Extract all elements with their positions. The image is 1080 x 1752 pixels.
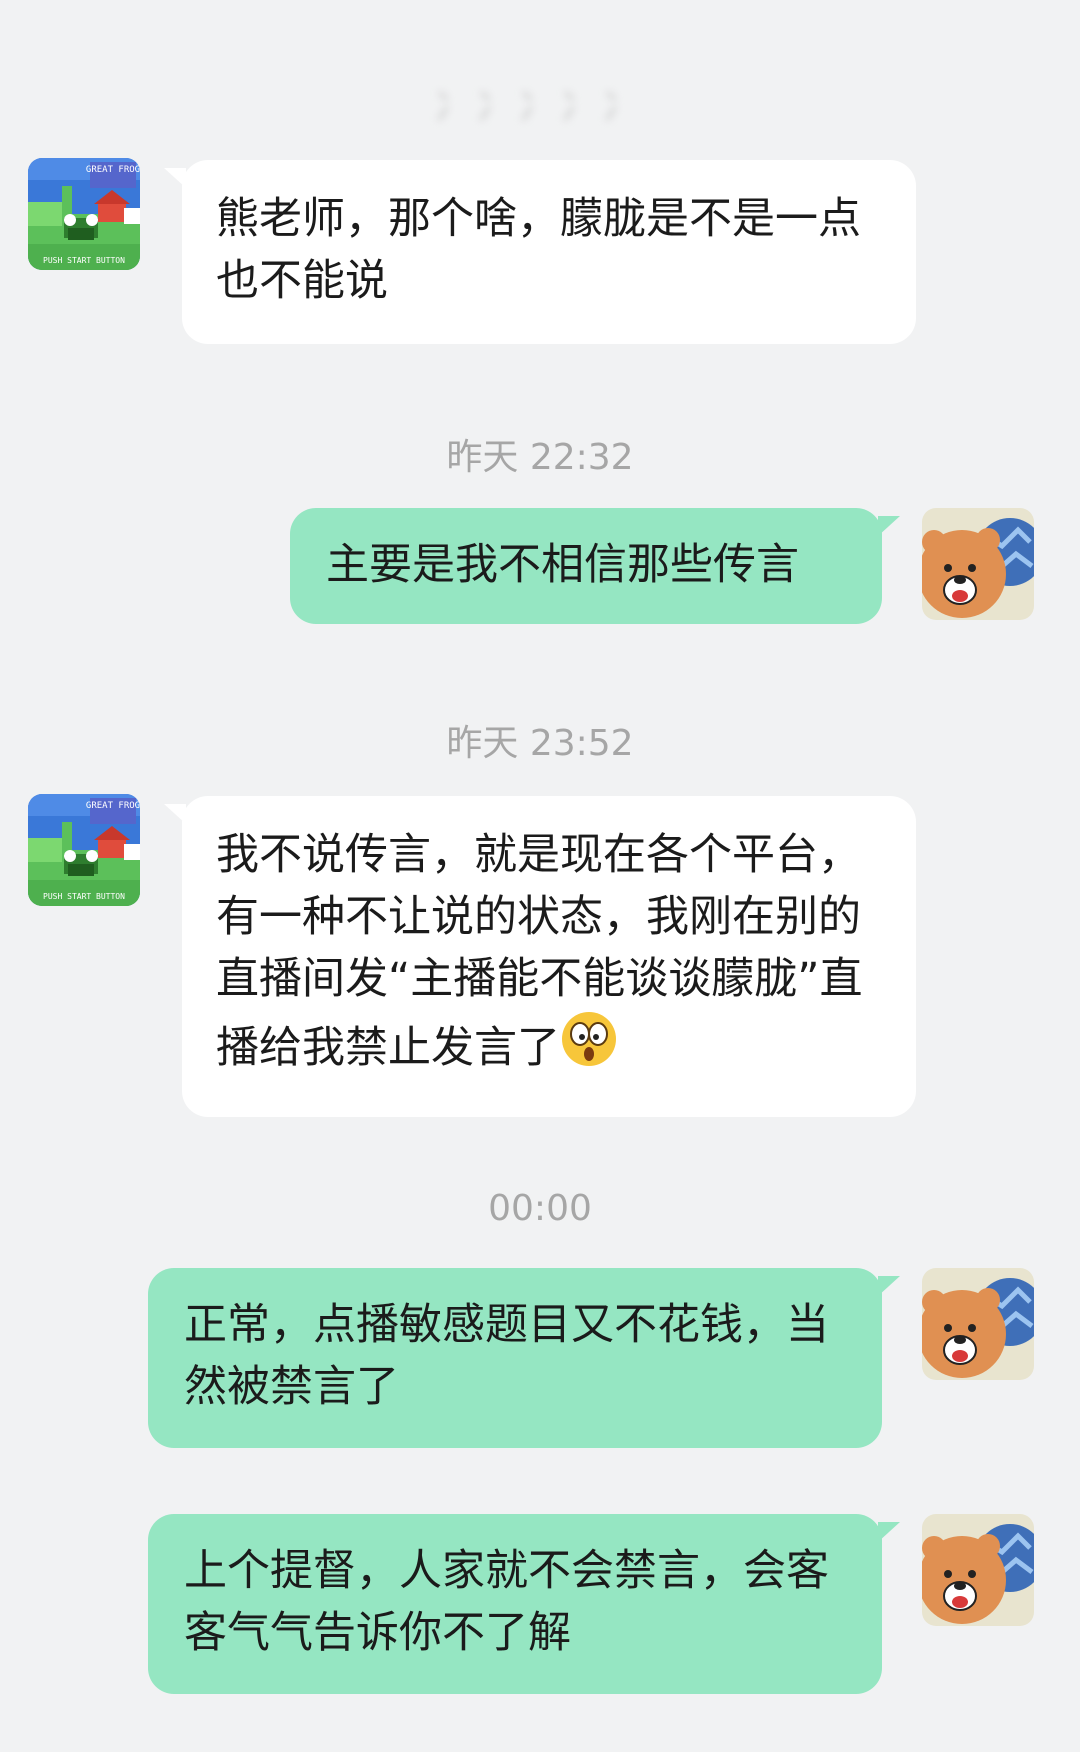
contact-avatar[interactable]: GREAT FROG PUSH START BUTTON — [28, 794, 140, 906]
avatar-caption: GREAT FROG — [86, 165, 140, 175]
avatar-subcaption: PUSH START BUTTON — [43, 256, 125, 265]
outgoing-message-bubble[interactable]: 正常，点播敏感题目又不花钱，当然被禁言了 — [148, 1268, 900, 1448]
timestamp: 00:00 — [488, 1188, 592, 1229]
cartoon-bear-avatar-icon — [922, 508, 1034, 620]
outgoing-message-bubble[interactable]: 主要是我不相信那些传言 — [290, 508, 900, 624]
message-text: 正常，点播敏感题目又不花钱，当然被禁言了 — [184, 1300, 829, 1412]
message-text: 我不说传言，就是现在各个平台，有一种不让说的状态，我刚在别的直播间发“主播能不能… — [216, 830, 863, 1073]
my-avatar[interactable] — [922, 1268, 1034, 1380]
message-text: 主要是我不相信那些传言 — [326, 540, 799, 590]
cartoon-bear-avatar-icon — [922, 1514, 1034, 1626]
pixel-frog-avatar-icon: GREAT FROG PUSH START BUTTON — [28, 158, 140, 270]
cartoon-bear-avatar-icon — [922, 1268, 1034, 1380]
shocked-face-emoji-icon — [560, 1010, 618, 1085]
avatar-caption: GREAT FROG — [86, 801, 140, 811]
outgoing-message-bubble[interactable]: 上个提督，人家就不会禁言，会客客气气告诉你不了解 — [148, 1514, 900, 1694]
incoming-message-bubble[interactable]: 熊老师，那个啥，朦胧是不是一点也不能说 — [164, 160, 916, 344]
my-avatar[interactable] — [922, 508, 1034, 620]
pixel-frog-avatar-icon: GREAT FROG PUSH START BUTTON — [28, 794, 140, 906]
my-avatar[interactable] — [922, 1514, 1034, 1626]
message-text: 熊老师，那个啥，朦胧是不是一点也不能说 — [216, 194, 861, 306]
message-text: 上个提督，人家就不会禁言，会客客气气告诉你不了解 — [184, 1546, 829, 1658]
timestamp: 昨天 22:32 — [446, 437, 634, 478]
chat-header-name: 冫冫冫冫冫 — [434, 87, 645, 128]
avatar-subcaption: PUSH START BUTTON — [43, 892, 125, 901]
incoming-message-bubble[interactable]: 我不说传言，就是现在各个平台，有一种不让说的状态，我刚在别的直播间发“主播能不能… — [164, 796, 916, 1117]
contact-avatar[interactable]: GREAT FROG PUSH START BUTTON — [28, 158, 140, 270]
timestamp: 昨天 23:52 — [446, 723, 634, 764]
